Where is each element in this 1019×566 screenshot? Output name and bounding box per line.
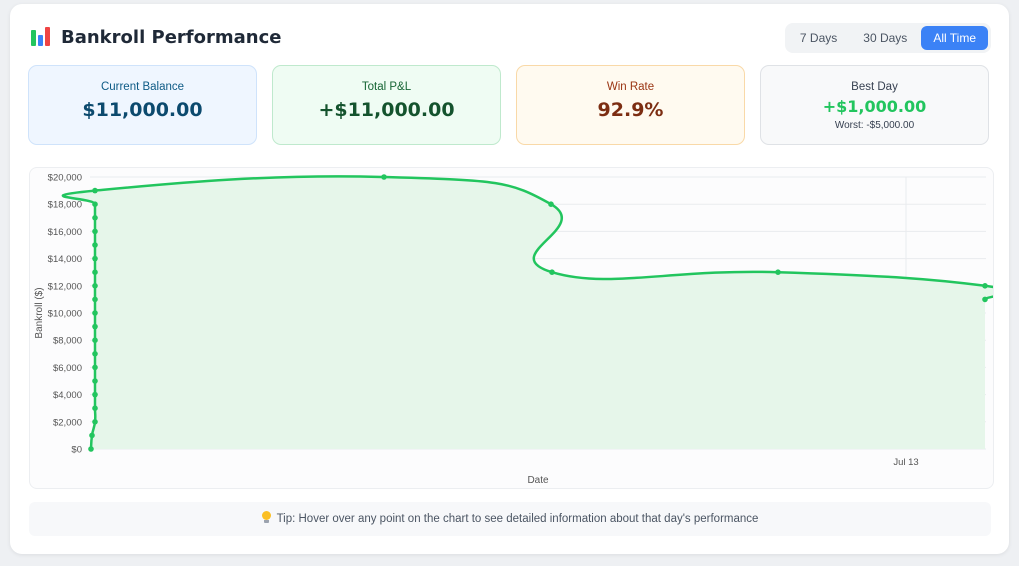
y-tick-label: $8,000 <box>53 336 82 347</box>
y-tick-label: $14,000 <box>48 254 82 265</box>
total-pnl-card: Total P&L +$11,000.00 <box>272 65 501 145</box>
best-day-label: Best Day <box>851 81 898 93</box>
area-fill <box>62 176 1008 450</box>
y-tick-label: $0 <box>71 445 82 456</box>
current-balance-value: $11,000.00 <box>82 99 203 121</box>
data-point[interactable] <box>92 405 98 411</box>
y-tick-label: $4,000 <box>53 390 82 401</box>
data-point[interactable] <box>92 187 98 194</box>
page-title: Bankroll Performance <box>61 26 282 48</box>
tip-text: Tip: Hover over any point on the chart t… <box>276 513 759 525</box>
data-point[interactable] <box>982 296 988 303</box>
data-point[interactable] <box>775 269 781 275</box>
data-point[interactable] <box>92 283 98 289</box>
data-point[interactable] <box>92 419 98 425</box>
time-range-selector: 7 Days 30 Days All Time <box>784 23 991 53</box>
data-point[interactable] <box>381 174 387 180</box>
win-rate-label: Win Rate <box>606 81 655 93</box>
data-point[interactable] <box>92 310 98 316</box>
range-all-time-button[interactable]: All Time <box>921 26 988 50</box>
tip-banner: Tip: Hover over any point on the chart t… <box>29 502 991 536</box>
worst-day-value: Worst: -$5,000.00 <box>834 120 915 131</box>
x-tick-label: Jul 13 <box>893 457 918 468</box>
best-day-card: Best Day +$1,000.00 Worst: -$5,000.00 <box>760 65 989 145</box>
lightbulb-icon <box>261 511 271 524</box>
current-balance-label: Current Balance <box>100 81 185 93</box>
y-tick-label: $12,000 <box>48 281 82 292</box>
y-tick-label: $20,000 <box>48 173 82 184</box>
bankroll-chart[interactable]: $0 $2,000 $4,000 $6,000 $8,000 $10,000 $12,000… <box>29 167 1010 489</box>
data-point[interactable] <box>92 323 98 330</box>
data-point[interactable] <box>92 351 98 357</box>
y-tick-label: $10,000 <box>48 309 82 320</box>
win-rate-card: Win Rate 92.9% <box>516 65 745 145</box>
win-rate-value: 92.9% <box>597 99 664 121</box>
header: Bankroll Performance <box>30 26 281 48</box>
data-point[interactable] <box>88 446 94 452</box>
y-tick-label: $6,000 <box>53 363 82 374</box>
y-axis-title: Bankroll ($) <box>34 287 45 338</box>
data-point[interactable] <box>92 378 98 384</box>
data-point[interactable] <box>92 215 98 221</box>
bankroll-chart-svg[interactable]: $0 $2,000 $4,000 $6,000 $8,000 $10,000 $12,000… <box>30 168 1010 488</box>
range-30-days-button[interactable]: 30 Days <box>851 26 919 50</box>
data-point[interactable] <box>89 432 95 439</box>
range-7-days-button[interactable]: 7 Days <box>788 26 849 50</box>
best-day-value: +$1,000.00 <box>822 97 927 116</box>
data-point[interactable] <box>549 269 555 275</box>
data-point[interactable] <box>548 201 554 207</box>
current-balance-card: Current Balance $11,000.00 <box>28 65 257 145</box>
y-tick-label: $2,000 <box>53 417 82 428</box>
data-point[interactable] <box>92 228 98 235</box>
data-point[interactable] <box>92 242 98 248</box>
y-tick-label: $16,000 <box>48 227 82 238</box>
data-point[interactable] <box>92 337 98 343</box>
x-axis-title: Date <box>527 475 549 486</box>
data-point[interactable] <box>92 391 98 398</box>
data-point[interactable] <box>92 296 98 303</box>
data-point[interactable] <box>982 283 988 289</box>
total-pnl-label: Total P&L <box>361 81 412 93</box>
data-point[interactable] <box>92 269 98 275</box>
data-point[interactable] <box>92 201 98 207</box>
data-point[interactable] <box>92 255 98 262</box>
y-tick-label: $18,000 <box>48 200 82 211</box>
bankroll-card: Bankroll Performance 7 Days 30 Days All … <box>10 4 1010 554</box>
bar-chart-icon <box>30 26 52 48</box>
total-pnl-value: +$11,000.00 <box>318 99 455 121</box>
data-point[interactable] <box>92 364 98 371</box>
